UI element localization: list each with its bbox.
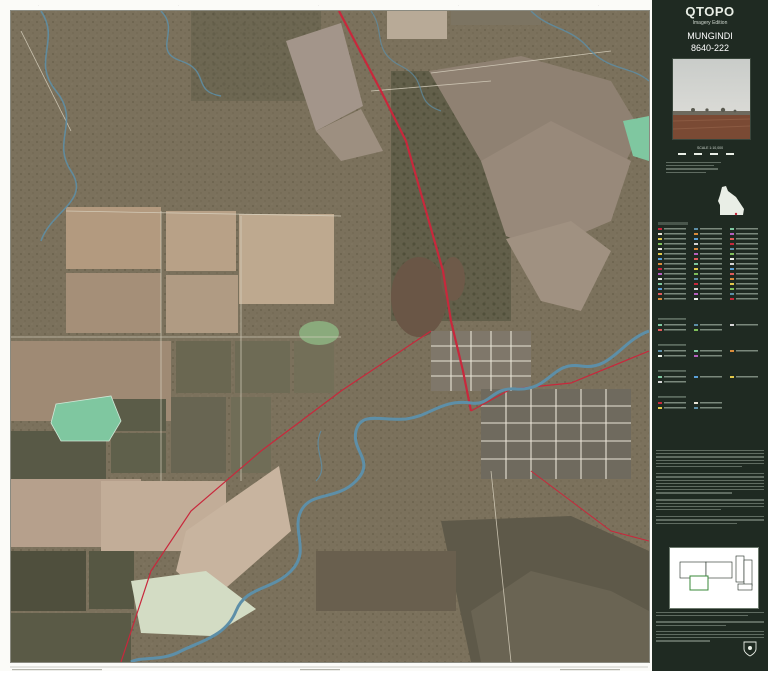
grid-tick: ·	[598, 3, 599, 7]
paddock	[66, 207, 161, 269]
queensland-locator-icon	[718, 186, 744, 216]
edition-label: Imagery Edition	[692, 20, 728, 26]
paddock	[111, 433, 166, 473]
lagoon	[391, 257, 447, 337]
paddock	[111, 399, 166, 431]
sheet-number: 8640-222	[690, 43, 730, 53]
paddock	[176, 341, 231, 393]
paddock	[451, 11, 541, 25]
paddock	[89, 551, 134, 609]
paddock	[235, 341, 290, 393]
grid-tick: ·	[318, 3, 319, 7]
paddock	[66, 273, 161, 333]
legend-body	[656, 226, 764, 421]
grid-tick: ·	[458, 3, 459, 7]
brand-title: QTOPO	[685, 4, 735, 19]
adjoining-sheets-diagram	[669, 547, 759, 609]
projection-note	[666, 162, 726, 175]
copyright-text	[656, 612, 764, 644]
paddock	[11, 613, 131, 662]
legend-symbols	[658, 228, 758, 409]
sheet-name: MUNGINDI	[687, 31, 733, 41]
paddock	[11, 551, 86, 611]
paddock	[166, 275, 238, 333]
landscape-photo	[673, 59, 750, 139]
paddock	[387, 11, 447, 39]
scale-label: SCALE 1:10,000	[696, 146, 724, 150]
paddock	[294, 341, 334, 393]
paddock	[166, 211, 236, 271]
paddock	[171, 397, 226, 473]
coat-of-arms-icon	[743, 641, 757, 657]
map-frame[interactable]	[10, 10, 650, 663]
paddock	[239, 214, 334, 304]
map-sheet: · · · · · QTOPO Imagery Edition MUNGINDI…	[0, 0, 768, 671]
disclaimer-text	[656, 450, 764, 526]
paddock	[231, 397, 271, 473]
legend-header	[658, 222, 688, 225]
keymap-graphic	[670, 548, 758, 608]
cover-photo	[672, 58, 751, 140]
water-storage	[299, 321, 339, 345]
grid-tick: ·	[178, 3, 179, 7]
paddock	[316, 551, 456, 611]
aerial-imagery-map[interactable]	[11, 11, 649, 662]
map-footer	[0, 662, 648, 671]
scale-bar-icon	[678, 153, 742, 155]
grid-tick: ·	[38, 3, 39, 7]
